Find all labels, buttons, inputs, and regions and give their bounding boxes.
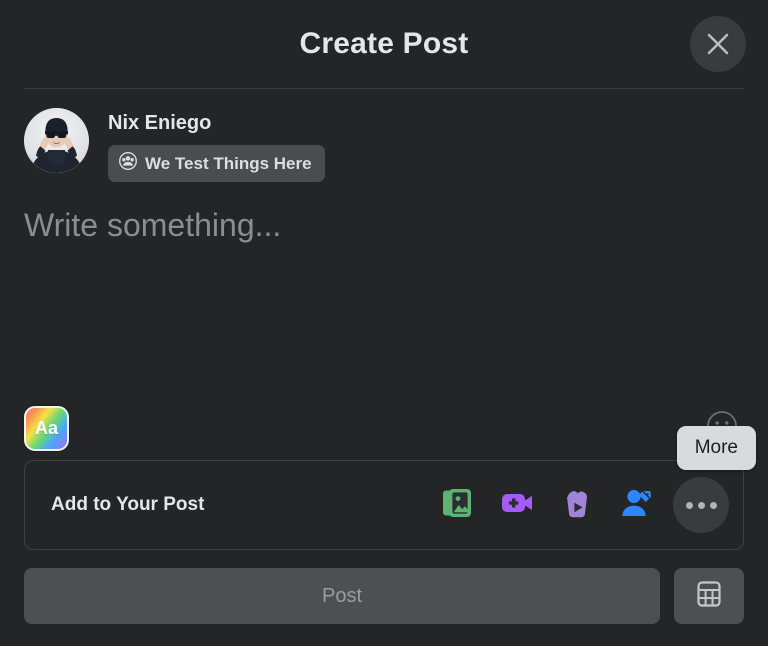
dialog-header: Create Post bbox=[0, 0, 768, 88]
avatar-photo bbox=[24, 108, 89, 173]
ellipsis-icon bbox=[697, 501, 705, 509]
grid-view-icon bbox=[696, 580, 722, 613]
add-to-post-actions bbox=[433, 477, 729, 533]
ellipsis-icon bbox=[685, 501, 693, 509]
dialog-footer: Post bbox=[0, 550, 768, 646]
audience-selector[interactable]: We Test Things Here bbox=[108, 145, 325, 182]
add-to-post-label: Add to Your Post bbox=[51, 494, 205, 515]
background-button-label: Aa bbox=[34, 418, 58, 438]
close-icon bbox=[705, 31, 731, 57]
author-meta: Nix Eniego We Test Things Here bbox=[108, 108, 325, 182]
grid-view-button[interactable] bbox=[674, 568, 744, 624]
friends-group-icon bbox=[119, 152, 137, 175]
composer-tools: Aa bbox=[0, 396, 768, 460]
post-button[interactable]: Post bbox=[24, 568, 660, 624]
photo-video-button[interactable] bbox=[433, 481, 481, 529]
avatar[interactable] bbox=[24, 108, 89, 173]
create-post-dialog: Create Post Nix Eniego We Test Things He… bbox=[0, 0, 768, 646]
tag-people-button[interactable] bbox=[613, 481, 661, 529]
live-video-icon bbox=[499, 485, 535, 526]
add-to-post-wrap: More Add to Your Post bbox=[0, 426, 768, 550]
author-name: Nix Eniego bbox=[108, 112, 212, 134]
more-options-button[interactable] bbox=[673, 477, 729, 533]
ellipsis-icon bbox=[709, 501, 717, 509]
audience-label: We Test Things Here bbox=[145, 153, 312, 173]
tag-people-icon bbox=[619, 485, 655, 526]
composer-area[interactable]: Write something... Aa bbox=[0, 182, 768, 460]
close-button[interactable] bbox=[690, 16, 746, 72]
live-video-button[interactable] bbox=[493, 481, 541, 529]
author-row: Nix Eniego We Test Things Here bbox=[0, 89, 768, 182]
page-title: Create Post bbox=[299, 27, 469, 60]
post-button-label: Post bbox=[321, 584, 363, 607]
reels-button[interactable] bbox=[553, 481, 601, 529]
add-to-post-section: Add to Your Post bbox=[24, 460, 744, 550]
composer-placeholder[interactable]: Write something... bbox=[24, 206, 744, 244]
more-tooltip: More bbox=[676, 426, 756, 470]
background-color-button[interactable]: Aa bbox=[24, 405, 69, 451]
photo-video-icon bbox=[439, 485, 475, 526]
reels-icon bbox=[559, 485, 595, 526]
